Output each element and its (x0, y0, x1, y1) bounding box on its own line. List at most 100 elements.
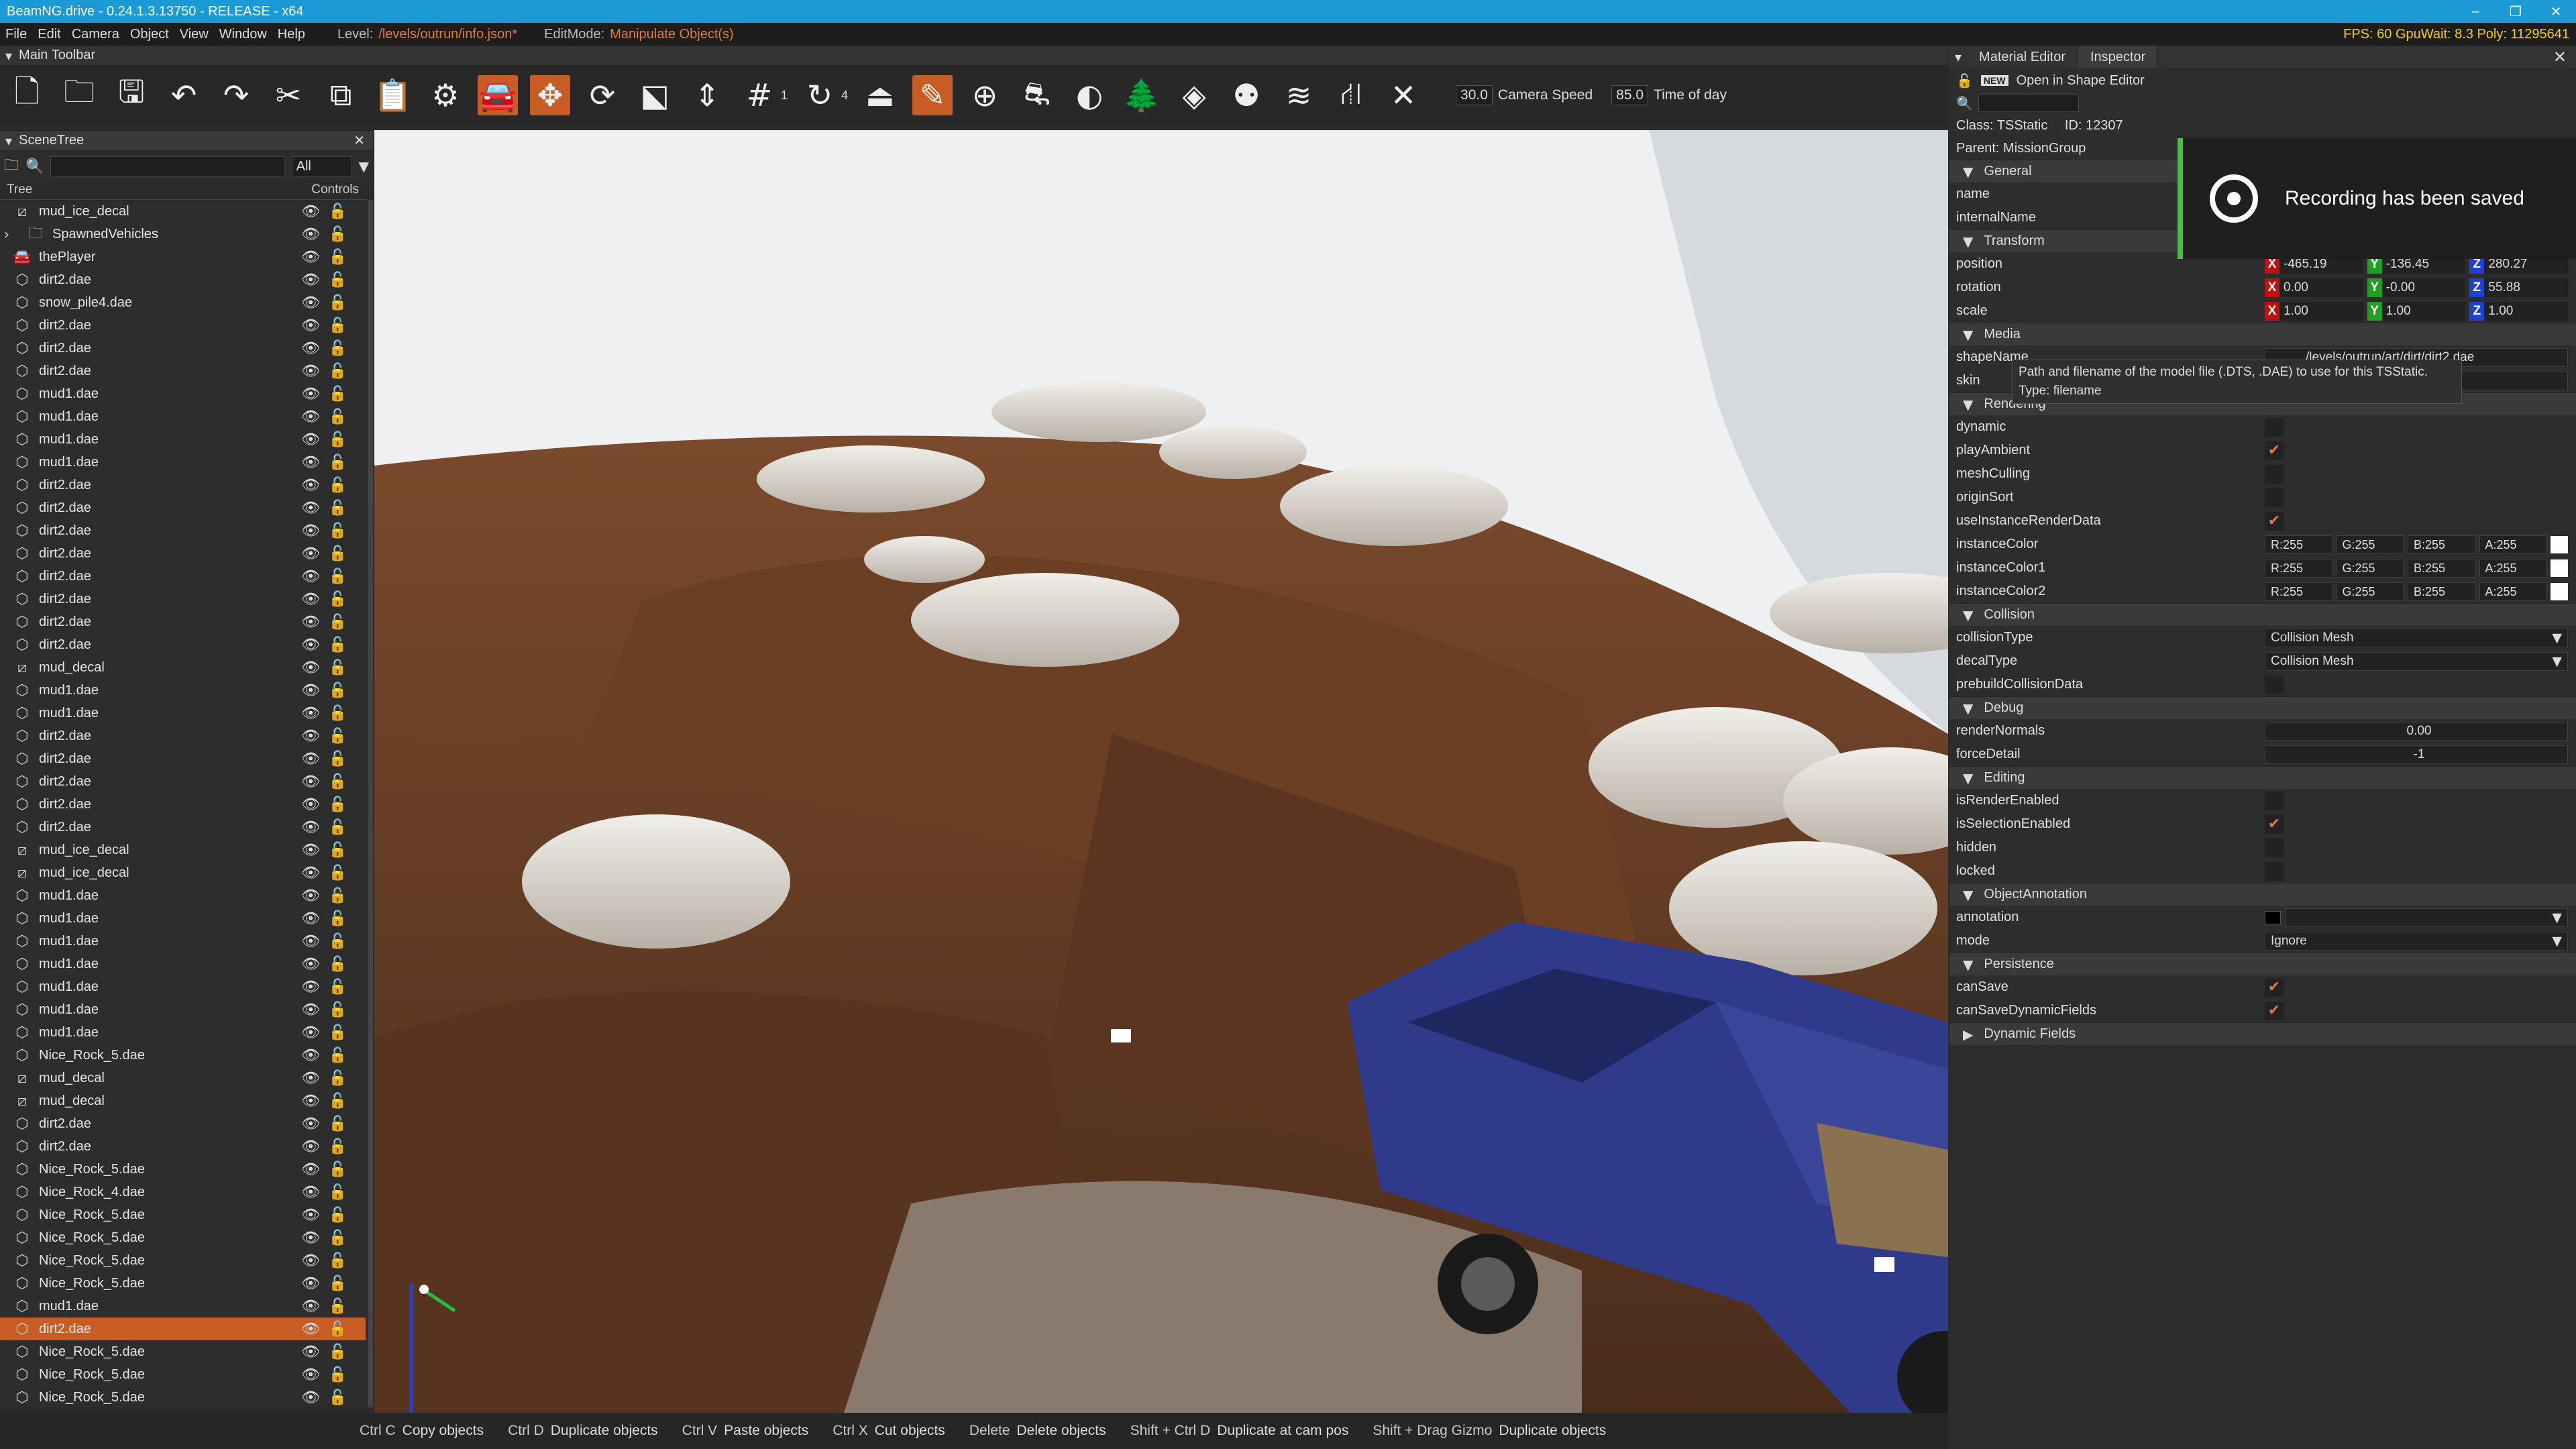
lock-icon[interactable]: 🔓 (329, 637, 347, 653)
visibility-eye-icon[interactable]: 👁 (301, 1093, 320, 1110)
close-icon[interactable]: ✕ (2553, 48, 2567, 67)
scale-x-field[interactable]: X 1.00 (2265, 301, 2363, 321)
menu-help[interactable]: Help (272, 27, 311, 42)
3d-viewport[interactable] (374, 130, 1948, 1413)
lock-icon[interactable]: 🔓 (329, 1002, 347, 1018)
forest-icon[interactable]: 🌲 (1122, 75, 1162, 115)
isselectionenabled-checkbox[interactable]: ✔ (2265, 814, 2284, 834)
minimize-button[interactable]: – (2455, 0, 2496, 23)
camera-speed-field[interactable]: 30.0 (1456, 85, 1493, 105)
visibility-eye-icon[interactable]: 👁 (301, 272, 320, 288)
visibility-eye-icon[interactable]: 👁 (301, 1138, 320, 1155)
visibility-eye-icon[interactable]: 👁 (301, 545, 320, 562)
visibility-eye-icon[interactable]: 👁 (301, 1116, 320, 1132)
lock-icon[interactable]: 🔓 (329, 1230, 347, 1246)
scenetree-item[interactable]: ⬡ dirt2.dae 👁 🔓 (0, 314, 366, 337)
scenetree-item[interactable]: ⬡ mud1.dae 👁 🔓 (0, 702, 366, 724)
add-object-icon[interactable]: ⊕ (965, 75, 1005, 115)
translate-gizmo-icon[interactable]: ✥ (530, 75, 570, 115)
lock-icon[interactable]: 🔓 (329, 682, 347, 699)
visibility-eye-icon[interactable]: 👁 (301, 842, 320, 859)
rotate-snap-icon[interactable]: ↻ (800, 75, 840, 115)
scenetree-item[interactable]: ⬡ mud1.dae 👁 🔓 (0, 405, 366, 428)
visibility-eye-icon[interactable]: 👁 (301, 773, 320, 790)
scenetree-search-input[interactable] (50, 156, 285, 176)
lock-icon[interactable]: 🔓 (329, 796, 347, 813)
scenetree-item[interactable]: ⬡ mud1.dae 👁 🔓 (0, 884, 366, 907)
scenetree-item[interactable]: ⬡ mud1.dae 👁 🔓 (0, 930, 366, 953)
settings-gear-icon[interactable]: ⚙ (425, 75, 466, 115)
scenetree-item[interactable]: ⬡ dirt2.dae 👁 🔓 (0, 519, 366, 542)
visibility-eye-icon[interactable]: 👁 (301, 523, 320, 539)
visibility-eye-icon[interactable]: 👁 (301, 1344, 320, 1360)
scenetree-item[interactable]: ⬡ dirt2.dae 👁 🔓 (0, 360, 366, 382)
locked-checkbox[interactable] (2265, 861, 2284, 881)
scenetree-item[interactable]: ⬡ dirt2.dae 👁 🔓 (0, 268, 366, 291)
a-field[interactable]: A:255 (2479, 558, 2546, 578)
visibility-eye-icon[interactable]: 👁 (301, 1298, 320, 1315)
visibility-eye-icon[interactable]: 👁 (301, 294, 320, 311)
a-field[interactable]: A:255 (2479, 582, 2546, 601)
section-objectannotation[interactable]: ▼ ObjectAnnotation (1949, 883, 2576, 906)
lock-icon[interactable]: 🔓 (329, 500, 347, 517)
lock-icon[interactable]: 🔓 (329, 1275, 347, 1292)
visibility-eye-icon[interactable]: 👁 (301, 1252, 320, 1269)
scenetree-item[interactable]: ⧄ mud_ice_decal 👁 🔓 (0, 839, 366, 861)
g-field[interactable]: G:255 (2336, 582, 2404, 601)
visibility-eye-icon[interactable]: 👁 (301, 454, 320, 471)
g-field[interactable]: G:255 (2336, 558, 2404, 578)
lock-icon[interactable]: 🔓 (329, 888, 347, 904)
scenetree-item[interactable]: ⬡ dirt2.dae 👁 🔓 (0, 565, 366, 588)
scenetree-item[interactable]: ⬡ dirt2.dae 👁 🔓 (0, 337, 366, 360)
chevron-down-icon[interactable]: ▼ (359, 158, 369, 174)
rotation-x-field[interactable]: X 0.00 (2265, 278, 2363, 297)
paste-icon[interactable]: 📋 (373, 75, 413, 115)
copy-icon[interactable]: ⧉ (321, 75, 361, 115)
lock-icon[interactable]: 🔓 (329, 523, 347, 539)
scenetree-item[interactable]: ⬡ mud1.dae 👁 🔓 (0, 1295, 366, 1318)
scenetree-item[interactable]: ⬡ Nice_Rock_5.dae 👁 🔓 (0, 1044, 366, 1067)
visibility-eye-icon[interactable]: 👁 (301, 249, 320, 266)
section-media[interactable]: ▼ Media (1949, 323, 2576, 345)
scenetree-item[interactable]: ⬡ dirt2.dae 👁 🔓 (0, 610, 366, 633)
lock-icon[interactable]: 🔓 (329, 865, 347, 881)
pencil-edit-icon[interactable]: ✎ (912, 75, 953, 115)
scenetree-item[interactable]: ⬡ dirt2.dae 👁 🔓 (0, 633, 366, 656)
scenetree-item[interactable]: ⬡ dirt2.dae 👁 🔓 (0, 1135, 366, 1158)
visibility-eye-icon[interactable]: 👁 (301, 409, 320, 425)
visibility-eye-icon[interactable]: 👁 (301, 386, 320, 402)
scenetree-item[interactable]: 🚘 thePlayer 👁 🔓 (0, 246, 366, 268)
lock-icon[interactable]: 🔓 (329, 386, 347, 402)
lock-icon[interactable]: 🔓 (329, 910, 347, 927)
add-folder-icon[interactable]: 🗀 (4, 154, 19, 179)
lock-icon[interactable]: 🔓 (329, 1070, 347, 1087)
lock-icon[interactable]: 🔓 (329, 317, 347, 334)
lock-icon[interactable]: 🔓 (329, 705, 347, 722)
lock-icon[interactable]: 🔓 (329, 1321, 347, 1338)
scenetree-item[interactable]: ⬡ mud1.dae 👁 🔓 (0, 907, 366, 930)
color-swatch[interactable] (2551, 559, 2568, 577)
scenetree-item[interactable]: ⬡ dirt2.dae 👁 🔓 (0, 1318, 366, 1340)
menu-object[interactable]: Object (125, 27, 174, 42)
scenetree-item[interactable]: ⬡ mud1.dae 👁 🔓 (0, 975, 366, 998)
visibility-eye-icon[interactable]: 👁 (301, 1389, 320, 1406)
visibility-eye-icon[interactable]: 👁 (301, 226, 320, 243)
ai-paths-icon[interactable]: ⚉ (1226, 75, 1267, 115)
visibility-eye-icon[interactable]: 👁 (301, 568, 320, 585)
visibility-eye-icon[interactable]: 👁 (301, 1366, 320, 1383)
visibility-eye-icon[interactable]: 👁 (301, 933, 320, 950)
layers-icon[interactable]: ◈ (1174, 75, 1214, 115)
cansavedynamicfields-checkbox[interactable]: ✔ (2265, 1001, 2284, 1020)
scenetree-item[interactable]: ⬡ Nice_Rock_5.dae 👁 🔓 (0, 1363, 366, 1386)
color-swatch[interactable] (2551, 582, 2568, 600)
lock-icon[interactable]: 🔓 (329, 1047, 347, 1064)
visibility-eye-icon[interactable]: 👁 (301, 340, 320, 357)
visibility-eye-icon[interactable]: 👁 (301, 705, 320, 722)
terrain-snap-icon[interactable]: ⏏ (860, 75, 900, 115)
time-of-day-field[interactable]: 85.0 (1611, 85, 1649, 105)
section-editing[interactable]: ▼ Editing (1949, 766, 2576, 789)
scenetree-item[interactable]: ⬡ mud1.dae 👁 🔓 (0, 428, 366, 451)
lock-icon[interactable]: 🔓 (329, 1024, 347, 1041)
scale-z-field[interactable]: Z 1.00 (2469, 301, 2569, 321)
lock-icon[interactable]: 🔓 (329, 1207, 347, 1224)
